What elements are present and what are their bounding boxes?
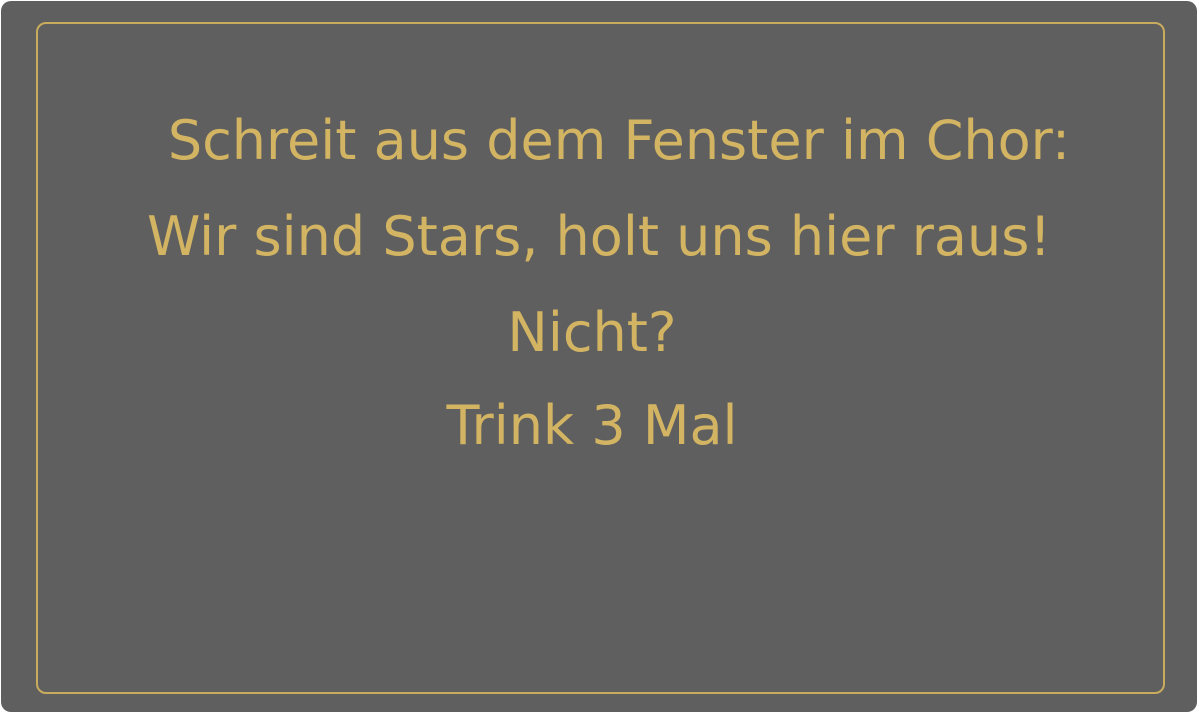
card-text-line-4: Trink 3 Mal	[446, 394, 738, 457]
card-text-line-3: Nicht?	[507, 301, 677, 364]
drinking-game-card: Schreit aus dem Fenster im Chor: Wir sin…	[1, 1, 1197, 712]
card-text-line-1: Schreit aus dem Fenster im Chor:	[167, 109, 1071, 172]
card-text-line-2: Wir sind Stars, holt uns hier raus!	[146, 205, 1052, 268]
